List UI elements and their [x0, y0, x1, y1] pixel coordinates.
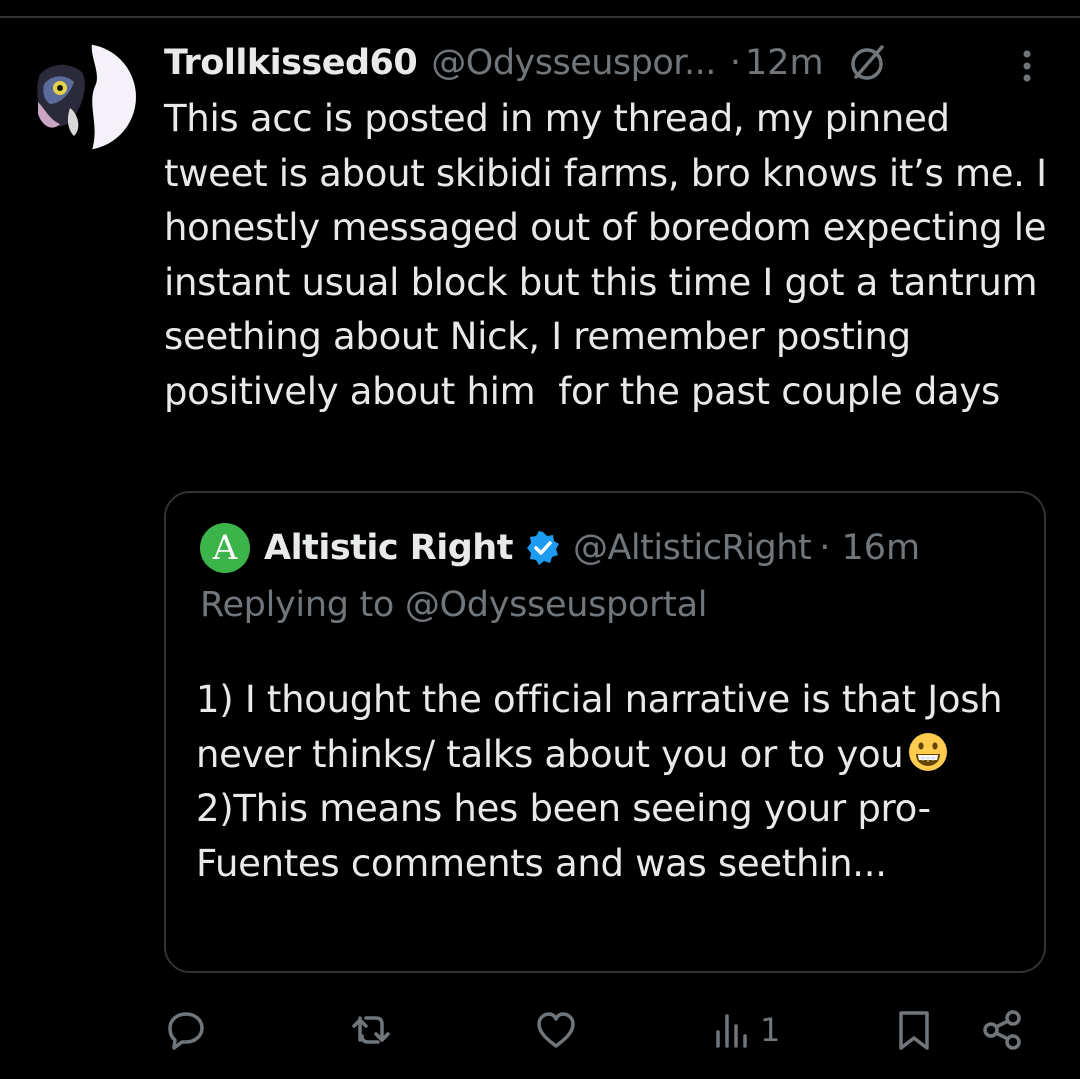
tweet-header: Trollkissed60 @Odysseuspor... · 12m: [164, 38, 1054, 88]
tweet-text: This acc is posted in my thread, my pinn…: [164, 97, 1059, 413]
grinning-face-emoji-icon: [907, 731, 949, 773]
verified-badge-icon: [525, 530, 561, 566]
quoted-tweet-text: 1) I thought the official narrative is t…: [196, 673, 1016, 891]
quoted-text-part2: 2)This means hes been seeing your pro-Fu…: [196, 787, 931, 885]
grok-icon[interactable]: [846, 41, 890, 85]
bookmark-icon: [899, 1011, 929, 1050]
views-icon: [716, 1014, 747, 1048]
retweet-icon: [352, 1016, 390, 1044]
quoted-tweet-header: A Altistic Right @AltisticRight · 16m: [200, 523, 920, 573]
quoted-author-name[interactable]: Altistic Right: [264, 528, 513, 568]
quoted-text-part1: 1) I thought the official narrative is t…: [196, 678, 1014, 776]
quoted-tweet-time[interactable]: · 16m: [819, 528, 920, 568]
share-button[interactable]: [980, 1006, 1024, 1054]
views-button[interactable]: 1: [710, 1006, 780, 1054]
avatar[interactable]: [30, 44, 136, 150]
views-count: 1: [760, 1011, 781, 1049]
quoted-author-handle[interactable]: @AltisticRight: [573, 528, 812, 568]
more-vertical-icon[interactable]: [1012, 44, 1042, 88]
bookmark-button[interactable]: [892, 1006, 936, 1054]
top-divider: [0, 16, 1080, 18]
time-separator: ·: [729, 43, 741, 83]
like-icon: [537, 1012, 575, 1048]
replying-to-label: Replying to @Odysseusportal: [200, 585, 708, 625]
quoted-author-avatar[interactable]: A: [200, 523, 250, 573]
quoted-tweet-card[interactable]: A Altistic Right @AltisticRight · 16m Re…: [164, 491, 1046, 973]
like-button[interactable]: [534, 1006, 578, 1054]
reply-icon: [168, 1012, 204, 1050]
tweet-actions-bar: 1: [0, 1000, 1080, 1060]
retweet-button[interactable]: [350, 1006, 394, 1054]
tweet-time[interactable]: 12m: [745, 43, 824, 83]
author-handle[interactable]: @Odysseuspor...: [431, 43, 716, 83]
reply-button[interactable]: [164, 1006, 208, 1054]
author-display-name[interactable]: Trollkissed60: [164, 43, 418, 83]
share-icon: [983, 1010, 1021, 1050]
